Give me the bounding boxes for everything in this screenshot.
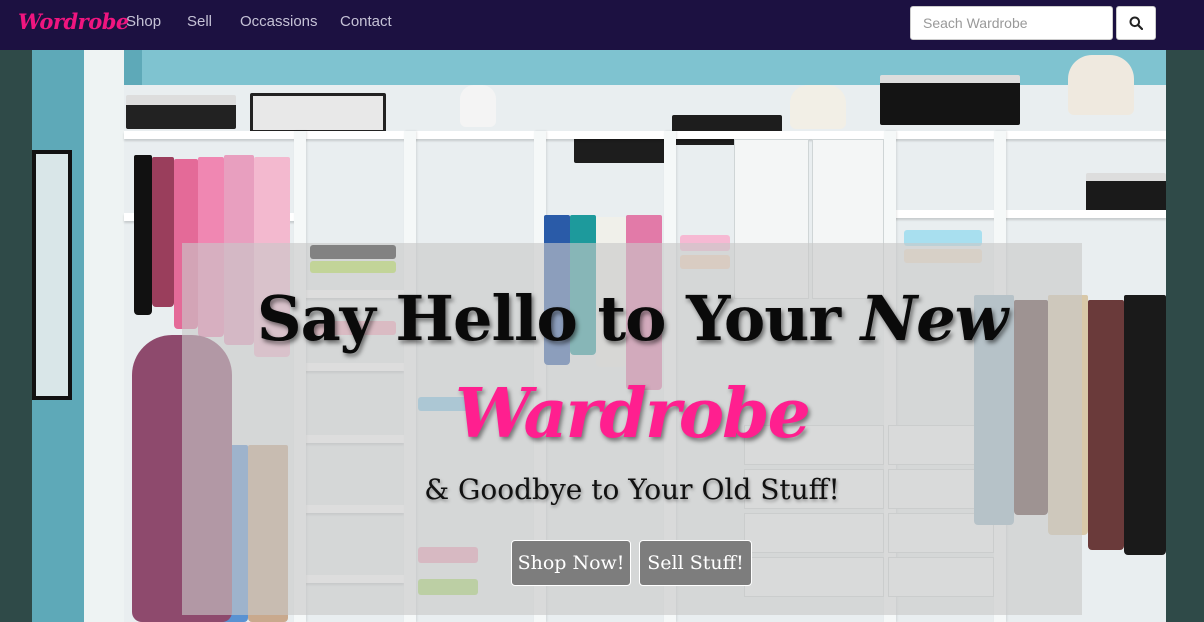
search-input[interactable] [910,6,1113,40]
hero-headline-emphasis: New [860,282,1008,355]
shelf [124,131,1166,139]
hero-headline-text: Say Hello to Your [256,282,861,355]
vase [460,85,496,127]
search-button[interactable] [1116,6,1156,40]
sell-stuff-button[interactable]: Sell Stuff! [639,540,752,586]
vase [1068,55,1134,115]
shop-now-button[interactable]: Shop Now! [511,540,631,586]
nav-link-occasions[interactable]: Occassions [240,13,318,30]
wall-picture-frame [32,150,72,400]
hero-brand-text: Wardrobe [455,374,811,454]
storage-box [880,75,1020,125]
storage-box [250,93,386,133]
vase [790,85,846,129]
shelf [894,210,1166,218]
storage-box [574,137,672,163]
search-icon [1129,16,1143,30]
hero-subheadline: & Goodbye to Your Old Stuff! [424,473,840,506]
storage-box [1086,173,1166,213]
hero-headline: Say Hello to Your New [0,282,1204,355]
nav-link-shop[interactable]: Shop [126,13,161,30]
nav-link-contact[interactable]: Contact [340,13,392,30]
brand-logo[interactable]: Wordrobe [18,9,129,34]
storage-box [126,95,236,129]
nav-link-sell[interactable]: Sell [187,13,212,30]
navbar: Wordrobe Shop Sell Occassions Contact [0,0,1204,50]
